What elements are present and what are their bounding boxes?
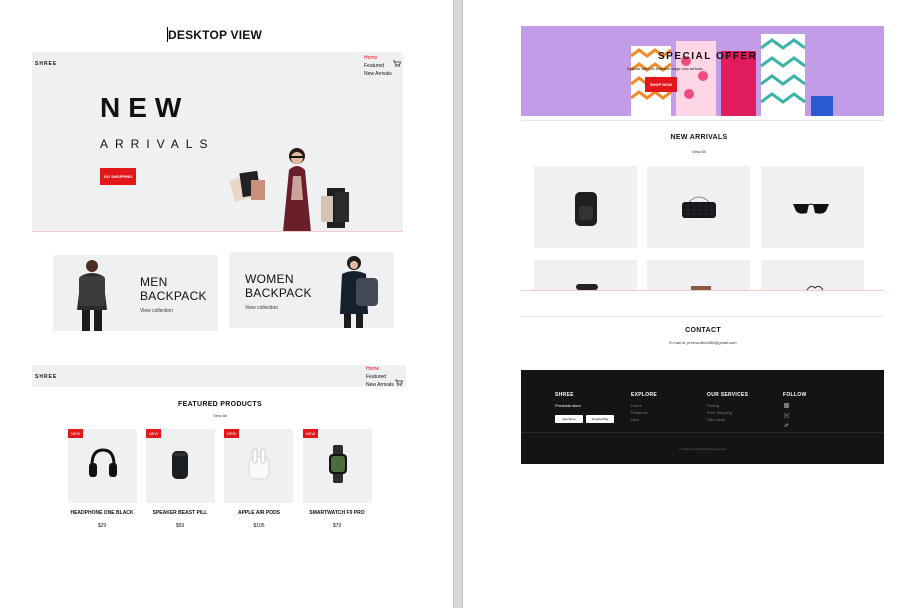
men-backpack-title: MEN BACKPACK xyxy=(140,275,207,303)
product-name[interactable]: SMARTWATCH F9 PRO xyxy=(297,510,377,516)
product-price: $29 xyxy=(97,523,107,529)
footer-divider xyxy=(521,432,884,433)
footer-services-title: OUR SERVICES xyxy=(707,392,749,398)
new-arrival-backpack[interactable] xyxy=(534,166,637,248)
handbag-image xyxy=(682,196,716,218)
divider-line xyxy=(521,120,884,121)
product-card-speaker[interactable]: NEW xyxy=(146,429,215,503)
product-name[interactable]: HEADPHONE ONE BLACK xyxy=(62,510,142,516)
women-backpack-title: WOMEN BACKPACK xyxy=(245,272,312,300)
women-backpack-title-line2: BACKPACK xyxy=(245,286,312,300)
footer-link-gift-cards[interactable]: Gift Cards xyxy=(707,416,732,423)
brand-logo-secondary[interactable]: SHREE xyxy=(35,374,57,380)
men-backpack-image xyxy=(77,260,107,331)
google-play-button[interactable]: Google Play xyxy=(586,415,614,423)
divider-line xyxy=(521,316,884,317)
featured-products-title: FEATURED PRODUCTS xyxy=(178,401,262,408)
new-badge: NEW xyxy=(224,429,240,438)
secondary-nav: Home Featured New Arrivals xyxy=(366,365,394,389)
app-store-button[interactable]: App Store xyxy=(555,415,583,423)
page-divider xyxy=(453,0,463,608)
main-nav: Home Featured New Arrivals xyxy=(364,54,392,78)
new-arrival-sunglasses[interactable] xyxy=(761,166,864,248)
new-arrival-item-6[interactable] xyxy=(761,260,864,290)
footer-follow-title: FOLLOW xyxy=(783,392,807,398)
nav-home[interactable]: Home xyxy=(364,54,392,62)
page-title: DESKTOP VIEW xyxy=(168,28,262,42)
women-view-collection-link[interactable]: View collection xyxy=(245,305,278,311)
contact-title: CONTACT xyxy=(685,327,721,334)
instagram-icon[interactable] xyxy=(784,413,789,418)
new-arrival-item-4[interactable] xyxy=(534,260,637,290)
product-name[interactable]: SPEAKER BEAST PILL xyxy=(140,510,220,516)
men-view-collection-link[interactable]: View collection xyxy=(140,308,173,314)
new-badge: NEW xyxy=(146,429,162,438)
site-footer: SHREE Products store App Store Google Pl… xyxy=(521,370,884,464)
product-card-headphone[interactable]: NEW xyxy=(68,429,137,503)
nav-new-arrivals[interactable]: New Arrivals xyxy=(364,70,392,78)
contact-email[interactable]: E-mail id: prerna.tibra360@gmail.com xyxy=(623,340,783,345)
footer-tagline: Products store xyxy=(555,403,581,408)
smartwatch-image xyxy=(329,445,347,483)
cart-icon[interactable] xyxy=(393,60,401,69)
footer-link-free-shipping[interactable]: Free Shipping xyxy=(707,409,732,416)
new-arrival-item-5[interactable] xyxy=(647,260,750,290)
men-backpack-title-line2: BACKPACK xyxy=(140,289,207,303)
nav2-home[interactable]: Home xyxy=(366,365,394,373)
twitter-icon[interactable] xyxy=(784,423,789,428)
speaker-image xyxy=(172,451,188,479)
desktop-view-page-2: SPECIAL OFFER Special offer on branded b… xyxy=(463,0,923,608)
navbar-secondary: SHREE Home Featured New Arrivals xyxy=(32,365,406,389)
nav2-featured[interactable]: Featured xyxy=(366,373,394,381)
divider-line xyxy=(521,290,884,291)
facebook-icon[interactable] xyxy=(784,403,789,408)
featured-view-all-link[interactable]: View All xyxy=(200,413,240,418)
cart-icon[interactable] xyxy=(395,373,403,391)
backpack-image xyxy=(575,192,597,226)
sunglasses-image xyxy=(793,203,829,214)
shopping-bags-image xyxy=(630,34,833,116)
desktop-view-page: DESKTOP VIEW SHREE Home Featured New Arr… xyxy=(0,0,453,608)
new-badge: NEW xyxy=(68,429,84,438)
product-card-airpods[interactable]: NEW xyxy=(224,429,293,503)
special-offer-banner: SPECIAL OFFER Special offer on branded b… xyxy=(521,26,884,116)
product-card-smartwatch[interactable]: NEW xyxy=(303,429,372,503)
special-offer-subtitle: Special offer on branded bags new arriva… xyxy=(627,66,703,71)
footer-explore-list: Home Featured New xyxy=(631,402,647,423)
special-offer-title: SPECIAL OFFER xyxy=(658,51,758,62)
go-shopping-button[interactable]: GO SHOPPING xyxy=(100,168,136,185)
men-backpack-title-line1: MEN xyxy=(140,275,168,289)
nav-featured[interactable]: Featured xyxy=(364,62,392,70)
new-arrivals-view-all-link[interactable]: View All xyxy=(679,149,719,154)
footer-link-featured[interactable]: Featured xyxy=(631,409,647,416)
product-price: $105 xyxy=(253,523,265,529)
footer-link-home[interactable]: Home xyxy=(631,402,647,409)
women-backpack-card[interactable]: WOMEN BACKPACK View collection xyxy=(229,252,394,328)
product-price: $79 xyxy=(332,523,342,529)
hero-headline: NEW xyxy=(100,92,190,123)
footer-copyright: © 2022 copyright all rights reserved xyxy=(678,447,727,451)
brand-logo[interactable]: SHREE xyxy=(35,61,57,67)
headphone-image xyxy=(89,448,117,477)
women-backpack-title-line1: WOMEN xyxy=(245,272,294,286)
hero-subheadline: ARRIVALS xyxy=(100,137,215,151)
footer-services-list: Pricing Free Shipping Gift Cards xyxy=(707,402,732,423)
airpods-image xyxy=(248,448,270,480)
product-name[interactable]: APPLE AIR PODS xyxy=(219,510,299,516)
nav2-new-arrivals[interactable]: New Arrivals xyxy=(366,381,394,389)
footer-explore-title: EXPLORE xyxy=(631,392,657,398)
new-arrivals-title: NEW ARRIVALS xyxy=(670,134,728,141)
product-price: $59 xyxy=(175,523,185,529)
shop-now-button[interactable]: SHOP NOW xyxy=(645,77,677,92)
footer-brand[interactable]: SHREE xyxy=(555,392,574,398)
women-backpack-image xyxy=(340,256,378,328)
new-arrival-handbag[interactable] xyxy=(647,166,750,248)
footer-link-new[interactable]: New xyxy=(631,416,647,423)
men-backpack-card[interactable]: MEN BACKPACK View collection xyxy=(53,255,218,331)
new-badge: NEW xyxy=(303,429,319,438)
footer-link-pricing[interactable]: Pricing xyxy=(707,402,732,409)
hero-model-image xyxy=(229,148,349,231)
watch-image xyxy=(576,284,598,290)
hero-section: SHREE Home Featured New Arrivals NEW ARR… xyxy=(32,52,403,232)
